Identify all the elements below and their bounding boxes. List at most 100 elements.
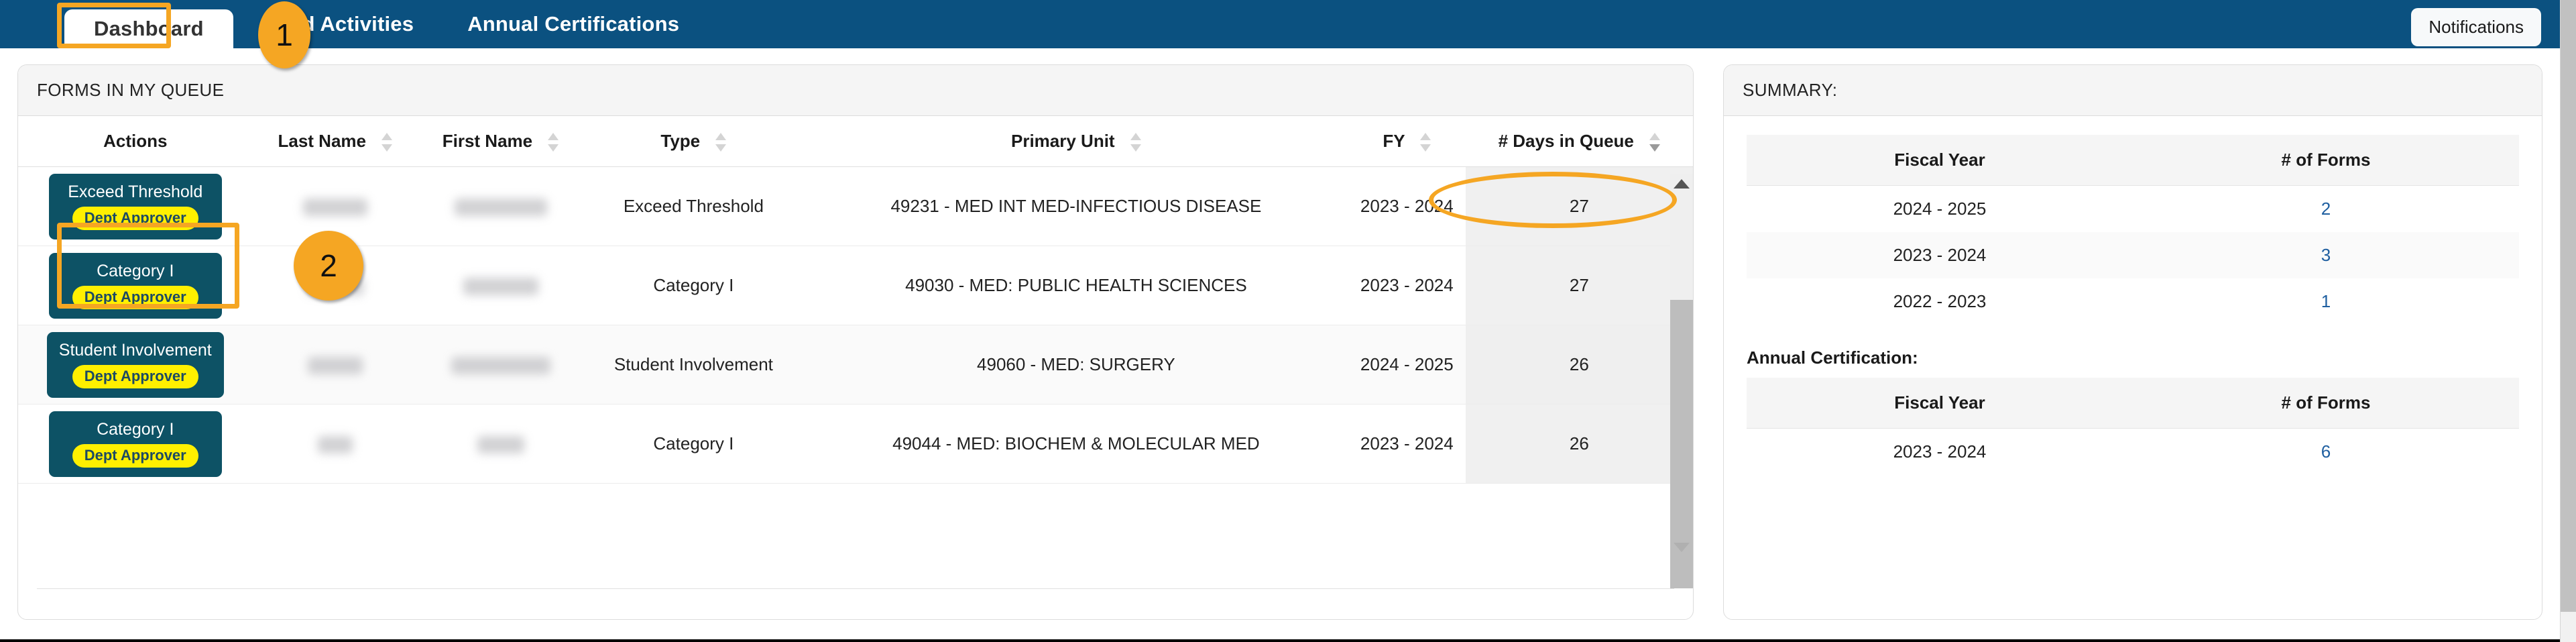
cell-fy: 2023 - 2024 <box>1348 167 1466 246</box>
cell-last-name <box>253 325 418 405</box>
sort-arrows-icon[interactable] <box>1649 133 1660 152</box>
cell-first-name <box>418 405 583 484</box>
cell-last-name <box>253 405 418 484</box>
redacted-first-name <box>463 278 538 295</box>
cell-primary-unit: 49231 - MED INT MED-INFECTIOUS DISEASE <box>804 167 1348 246</box>
scroll-up-arrow-icon[interactable] <box>1674 179 1690 189</box>
tab-annual-certifications[interactable]: Annual Certifications <box>441 0 706 48</box>
column-header-actions-label: Actions <box>103 131 167 151</box>
column-header-type-label: Type <box>660 131 700 151</box>
row-action-button[interactable]: Category I Dept Approver <box>49 253 222 319</box>
cell-type: Exceed Threshold <box>583 167 804 246</box>
redacted-first-name <box>455 199 547 216</box>
cell-type: Category I <box>583 246 804 325</box>
summary-column-number-of-forms: # of Forms <box>2133 135 2519 186</box>
summary-header-row: Fiscal Year # of Forms <box>1747 135 2519 186</box>
sort-arrows-icon[interactable] <box>548 133 559 152</box>
summary-row: 2023 - 2024 3 <box>1747 232 2519 278</box>
tab-dashboard[interactable]: Dashboard <box>64 9 233 48</box>
scroll-down-arrow-icon[interactable] <box>1674 543 1690 552</box>
cell-type: Category I <box>583 405 804 484</box>
row-role-badge: Dept Approver <box>72 365 198 388</box>
row-action-button[interactable]: Category I Dept Approver <box>49 411 222 477</box>
row-action-label: Exceed Threshold <box>68 182 202 202</box>
column-header-actions: Actions <box>18 116 253 167</box>
table-row: Exceed Threshold Dept Approver Exceed Th… <box>18 167 1693 246</box>
forms-count-link[interactable]: 2 <box>2321 199 2331 219</box>
summary-cell-forms: 2 <box>2133 186 2519 233</box>
forms-in-my-queue-card: FORMS IN MY QUEUE <box>17 64 1694 620</box>
cell-primary-unit: 49030 - MED: PUBLIC HEALTH SCIENCES <box>804 246 1348 325</box>
annual-column-number-of-forms: # of Forms <box>2133 378 2519 429</box>
browser-scrollbar-thumb[interactable] <box>2561 0 2576 612</box>
cell-primary-unit: 49060 - MED: SURGERY <box>804 325 1348 405</box>
column-header-type[interactable]: Type <box>583 116 804 167</box>
table-row: Student Involvement Dept Approver Studen… <box>18 325 1693 405</box>
summary-card: SUMMARY: Fiscal Year # of Forms 2024 - 2… <box>1723 64 2542 620</box>
cell-fy: 2024 - 2025 <box>1348 325 1466 405</box>
queue-table-container: Actions Last Name First Name <box>18 116 1693 588</box>
annual-certification-table: Fiscal Year # of Forms 2023 - 2024 6 <box>1747 378 2519 475</box>
annotation-badge-2: 2 <box>294 231 363 301</box>
table-header-row: Actions Last Name First Name <box>18 116 1693 167</box>
app-page: Dashboard s and Activities Annual Certif… <box>0 0 2560 642</box>
annual-column-fiscal-year: Fiscal Year <box>1747 378 2133 429</box>
summary-cell-forms: 1 <box>2133 278 2519 325</box>
column-header-last-name-label: Last Name <box>278 131 366 151</box>
row-action-label: Category I <box>97 419 174 439</box>
sort-arrows-icon[interactable] <box>382 133 392 152</box>
row-action-button[interactable]: Student Involvement Dept Approver <box>47 332 224 398</box>
annual-forms-count-link[interactable]: 6 <box>2321 441 2331 462</box>
sort-arrows-icon[interactable] <box>715 133 726 152</box>
summary-row: 2022 - 2023 1 <box>1747 278 2519 325</box>
summary-column-fiscal-year: Fiscal Year <box>1747 135 2133 186</box>
cell-first-name <box>418 246 583 325</box>
column-header-first-name-label: First Name <box>443 131 532 151</box>
column-header-primary-unit-label: Primary Unit <box>1011 131 1115 151</box>
column-header-fy-label: FY <box>1383 131 1405 151</box>
redacted-first-name <box>477 436 524 453</box>
forms-count-link[interactable]: 3 <box>2321 245 2331 265</box>
browser-vertical-scrollbar[interactable] <box>2560 0 2576 642</box>
cell-first-name <box>418 167 583 246</box>
summary-cell-fiscal-year: 2022 - 2023 <box>1747 278 2133 325</box>
redacted-last-name <box>303 199 367 216</box>
row-role-badge: Dept Approver <box>72 207 198 230</box>
forms-queue-table: Actions Last Name First Name <box>18 116 1693 484</box>
row-action-label: Student Involvement <box>59 340 212 360</box>
column-header-last-name[interactable]: Last Name <box>253 116 418 167</box>
cell-days-in-queue: 27 <box>1466 246 1693 325</box>
notifications-button[interactable]: Notifications <box>2411 8 2541 46</box>
cell-fy: 2023 - 2024 <box>1348 405 1466 484</box>
column-header-fy[interactable]: FY <box>1348 116 1466 167</box>
cell-days-in-queue: 26 <box>1466 405 1693 484</box>
cell-first-name <box>418 325 583 405</box>
redacted-first-name <box>451 357 550 374</box>
column-header-primary-unit[interactable]: Primary Unit <box>804 116 1348 167</box>
cell-type: Student Involvement <box>583 325 804 405</box>
annual-header-row: Fiscal Year # of Forms <box>1747 378 2519 429</box>
column-header-days-in-queue[interactable]: # Days in Queue <box>1466 116 1693 167</box>
nav-tab-list: Dashboard s and Activities Annual Certif… <box>64 0 706 48</box>
summary-row: 2024 - 2025 2 <box>1747 186 2519 233</box>
column-header-days-in-queue-label: # Days in Queue <box>1499 131 1634 151</box>
sort-arrows-icon[interactable] <box>1130 133 1141 152</box>
table-vertical-scrollbar[interactable] <box>1670 174 1693 557</box>
queue-table-footer <box>37 588 1674 619</box>
summary-cell-fiscal-year: 2023 - 2024 <box>1747 232 2133 278</box>
cell-actions: Exceed Threshold Dept Approver <box>18 167 253 246</box>
queue-panel-title: FORMS IN MY QUEUE <box>18 65 1693 116</box>
forms-count-link[interactable]: 1 <box>2321 291 2331 311</box>
column-header-first-name[interactable]: First Name <box>418 116 583 167</box>
sort-arrows-icon[interactable] <box>1420 133 1431 152</box>
cell-days-in-queue: 26 <box>1466 325 1693 405</box>
summary-forms-table: Fiscal Year # of Forms 2024 - 2025 2 2 <box>1747 135 2519 325</box>
cell-actions: Category I Dept Approver <box>18 246 253 325</box>
summary-cell-forms: 3 <box>2133 232 2519 278</box>
annual-row: 2023 - 2024 6 <box>1747 429 2519 476</box>
annotation-badge-1: 1 <box>258 1 310 68</box>
row-action-button[interactable]: Exceed Threshold Dept Approver <box>49 174 222 239</box>
row-role-badge: Dept Approver <box>72 286 198 309</box>
cell-primary-unit: 49044 - MED: BIOCHEM & MOLECULAR MED <box>804 405 1348 484</box>
table-row: Category I Dept Approver Category I <box>18 246 1693 325</box>
